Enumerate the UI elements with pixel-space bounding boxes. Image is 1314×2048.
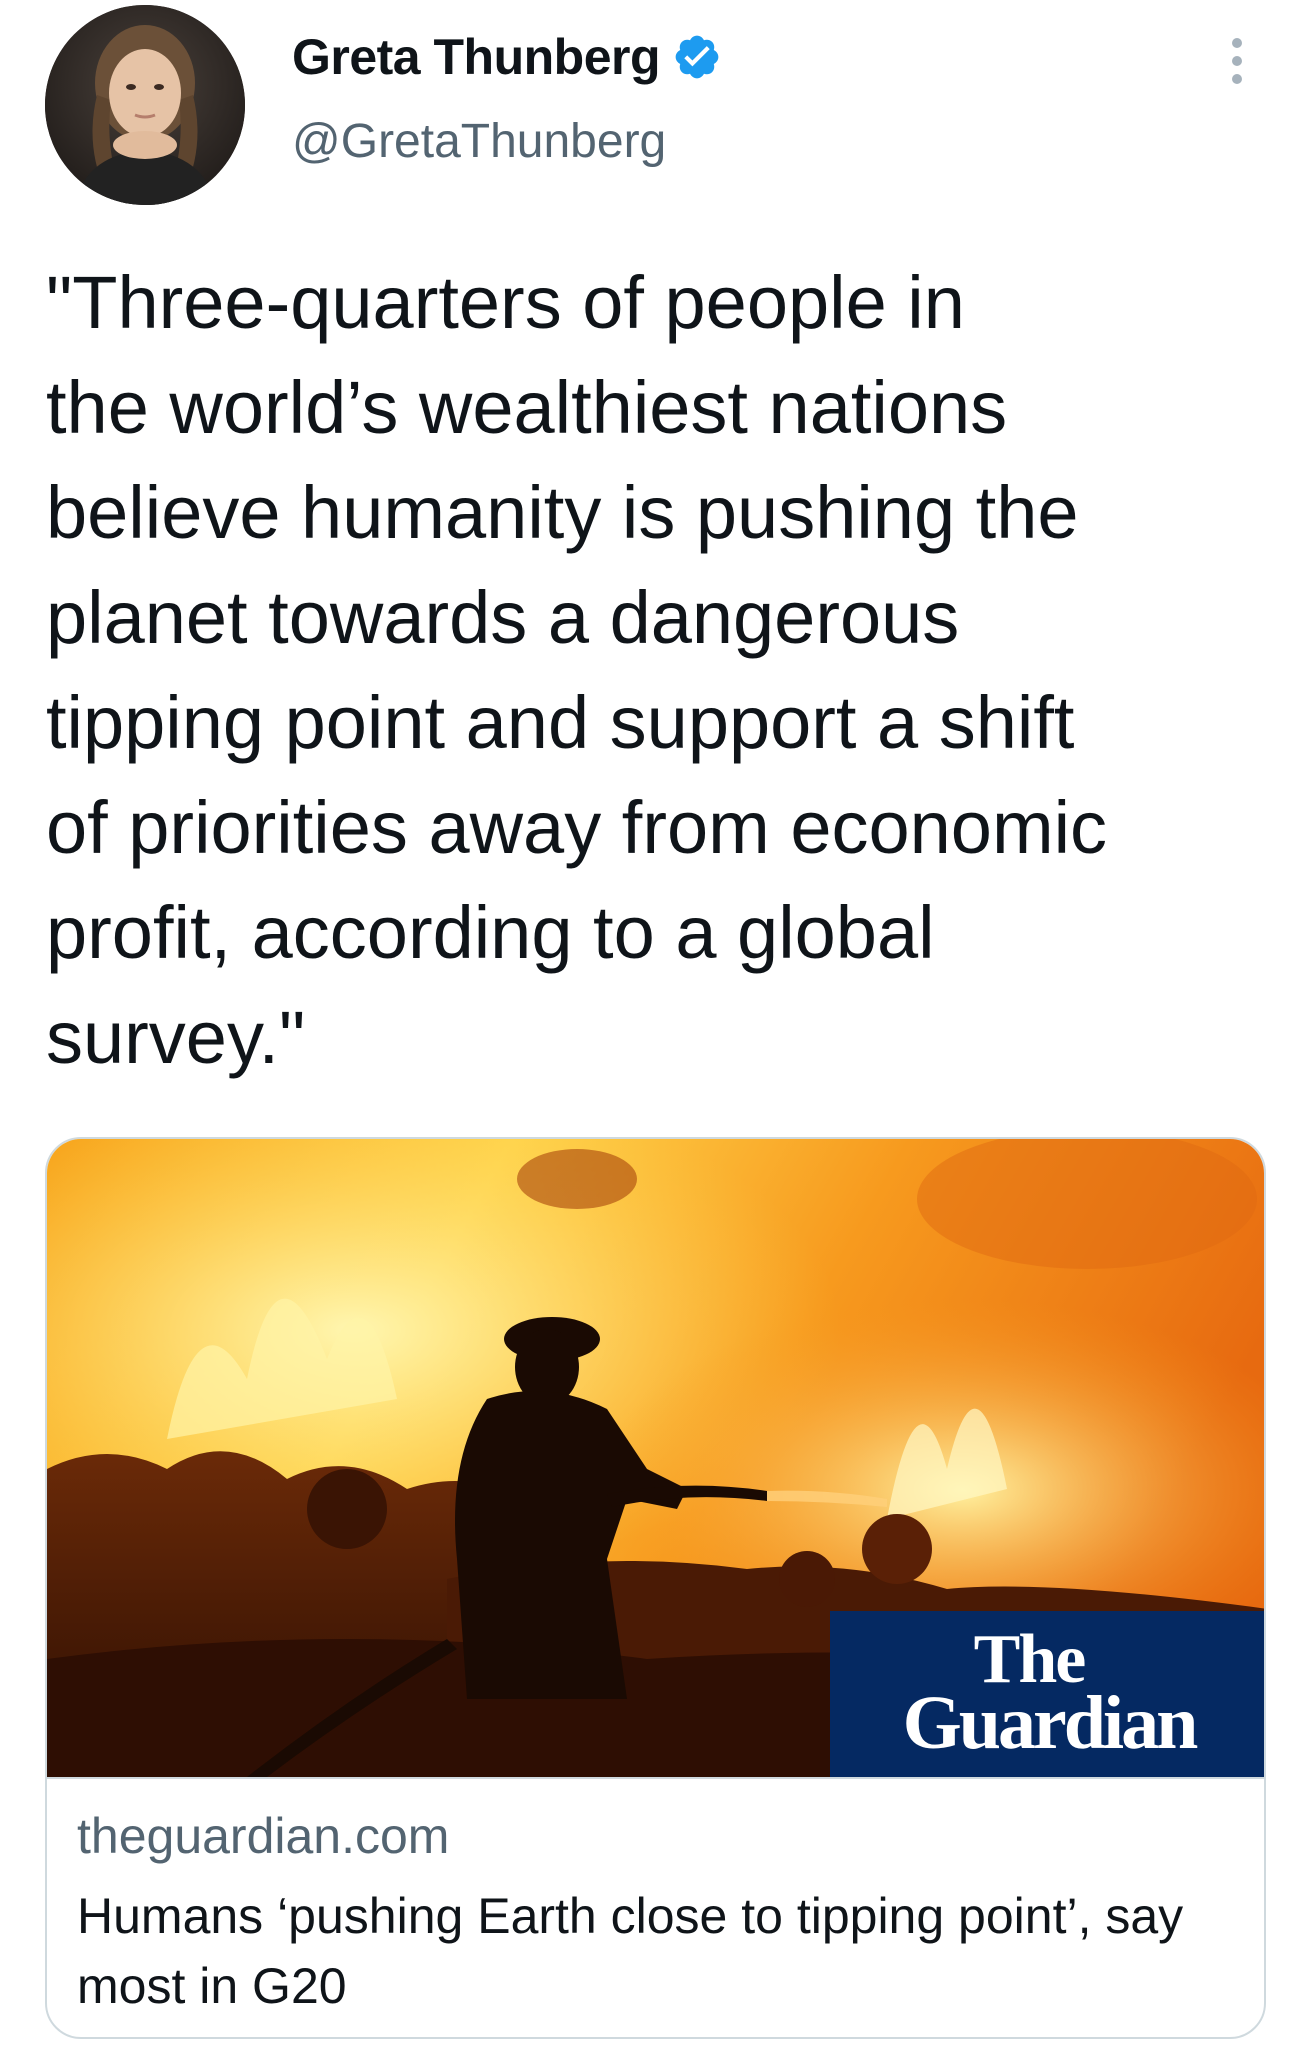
more-options-icon[interactable] [1222, 35, 1252, 87]
guardian-logo: The Guardian [830, 1611, 1264, 1777]
display-name[interactable]: Greta Thunberg [292, 28, 661, 86]
tweet: Greta Thunberg @GretaThunberg "Three-qua… [0, 0, 1314, 2048]
card-meta[interactable]: theguardian.com Humans ‘pushing Earth cl… [47, 1777, 1264, 2021]
tweet-text: "Three-quarters of people in the world’s… [46, 261, 1108, 1079]
avatar[interactable] [45, 5, 245, 205]
guardian-logo-name: Guardian [902, 1681, 1199, 1765]
author-handle[interactable]: @GretaThunberg [292, 114, 666, 169]
author-name-row[interactable]: Greta Thunberg [292, 22, 722, 92]
card-image[interactable]: The Guardian [47, 1139, 1264, 1777]
link-card[interactable]: The Guardian theguardian.com Humans ‘pus… [45, 1137, 1266, 2039]
card-domain: theguardian.com [77, 1808, 450, 1864]
card-title[interactable]: Humans ‘pushing Earth close to tipping p… [77, 1881, 1207, 2021]
avatar-photo [45, 5, 245, 205]
verified-badge-icon [672, 32, 722, 82]
